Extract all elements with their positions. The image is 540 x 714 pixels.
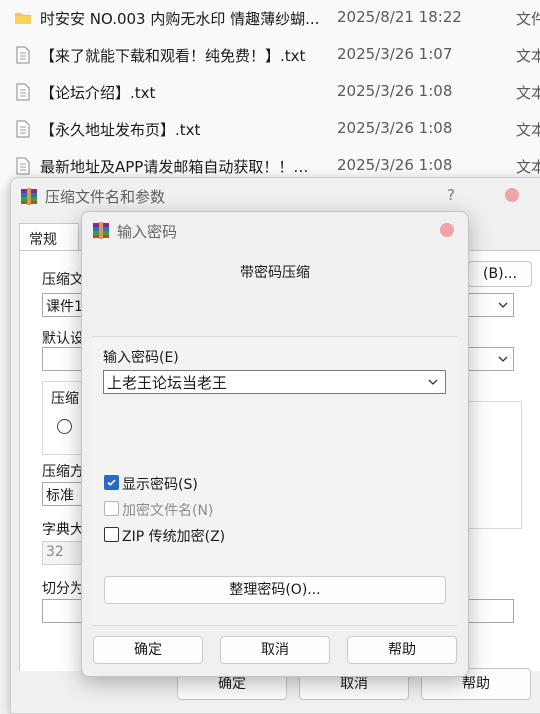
- file-explorer-list: 时安安 NO.003 内购无水印 情趣薄纱蝴... 2025/8/21 18:2…: [0, 0, 540, 190]
- archive-name-value: 课件1: [46, 299, 83, 315]
- file-name: 【永久地址发布页】.txt: [40, 121, 201, 139]
- archive-dialog-title: 压缩文件名和参数: [45, 188, 166, 206]
- tab-general-label: 常规: [29, 232, 57, 248]
- text-file-icon: [16, 157, 30, 175]
- method-value: 标准: [46, 488, 74, 504]
- format-group-label: 压缩: [51, 391, 79, 407]
- split-label: 切分为: [42, 581, 84, 597]
- password-label: 输入密码(E): [103, 350, 179, 366]
- file-type: 文本: [516, 158, 540, 176]
- password-dialog-title: 输入密码: [117, 223, 178, 241]
- file-name: 【论坛介绍】.txt: [40, 84, 156, 102]
- zip-legacy-encryption-label: ZIP 传统加密(Z): [122, 529, 226, 545]
- winrar-icon: [93, 222, 109, 239]
- file-date: 2025/3/26 1:08: [337, 82, 453, 100]
- file-date: 2025/3/26 1:08: [337, 156, 453, 174]
- file-date: 2025/3/26 1:08: [337, 119, 453, 137]
- encrypt-filenames-label: 加密文件名(N): [122, 503, 214, 519]
- checkbox-checked[interactable]: [104, 475, 119, 490]
- password-help-button[interactable]: 帮助: [347, 636, 457, 664]
- close-icon[interactable]: [505, 188, 519, 202]
- chevron-down-icon[interactable]: [425, 374, 441, 390]
- file-type: 文本: [516, 47, 540, 65]
- file-type: 文件: [516, 10, 540, 28]
- password-ok-button[interactable]: 确定: [93, 636, 203, 664]
- password-cancel-button[interactable]: 取消: [220, 636, 330, 664]
- password-titlebar[interactable]: 输入密码: [82, 212, 468, 248]
- file-type: 文本: [516, 121, 540, 139]
- chevron-down-icon[interactable]: [495, 297, 511, 313]
- file-row[interactable]: 【论坛介绍】.txt 2025/3/26 1:08 文本: [0, 74, 540, 110]
- organize-passwords-button[interactable]: 整理密码(O)...: [104, 576, 446, 604]
- browse-button[interactable]: (B)...: [468, 261, 532, 287]
- file-row[interactable]: 时安安 NO.003 内购无水印 情趣薄纱蝴... 2025/8/21 18:2…: [0, 0, 540, 36]
- enter-password-dialog: 输入密码 带密码压缩 输入密码(E) 上老王论坛当老王 显示密码(S) 加密文件…: [81, 211, 469, 677]
- default-settings-label: 默认设: [42, 331, 84, 347]
- checkbox-unchecked[interactable]: [104, 527, 119, 542]
- dictionary-label: 字典大: [42, 522, 84, 538]
- text-file-icon: [16, 83, 30, 101]
- checkbox-unchecked[interactable]: [104, 501, 119, 516]
- tab-general[interactable]: 常规: [19, 223, 79, 252]
- password-value: 上老王论坛当老王: [107, 374, 228, 392]
- close-icon[interactable]: [440, 223, 454, 237]
- text-file-icon: [16, 120, 30, 138]
- file-name: 最新地址及APP请发邮箱自动获取！！！...: [40, 158, 322, 176]
- file-date: 2025/3/26 1:07: [337, 45, 453, 63]
- show-password-label: 显示密码(S): [122, 477, 198, 493]
- file-name: 【来了就能下载和观看！纯免费！】.txt: [40, 47, 306, 65]
- password-heading: 带密码压缩: [240, 265, 310, 281]
- file-row[interactable]: 【来了就能下载和观看！纯免费！】.txt 2025/3/26 1:07 文本: [0, 37, 540, 73]
- file-date: 2025/8/21 18:22: [337, 8, 462, 26]
- archive-name-label: 压缩文: [42, 272, 84, 288]
- winrar-icon: [21, 188, 37, 205]
- file-type: 文本: [516, 84, 540, 102]
- checkmark-icon: [107, 479, 116, 486]
- file-row[interactable]: 【永久地址发布页】.txt 2025/3/26 1:08 文本: [0, 111, 540, 147]
- format-radio[interactable]: [57, 419, 72, 434]
- dictionary-value: 32: [46, 544, 64, 560]
- folder-icon: [15, 13, 31, 24]
- help-question-icon[interactable]: ?: [447, 186, 455, 204]
- file-name: 时安安 NO.003 内购无水印 情趣薄纱蝴...: [40, 10, 320, 28]
- chevron-down-icon[interactable]: [495, 351, 511, 367]
- method-label: 压缩方: [42, 464, 84, 480]
- password-input[interactable]: 上老王论坛当老王: [103, 370, 446, 394]
- archive-titlebar[interactable]: 压缩文件名和参数 ?: [11, 178, 540, 214]
- options-group: [460, 401, 522, 529]
- text-file-icon: [16, 46, 30, 64]
